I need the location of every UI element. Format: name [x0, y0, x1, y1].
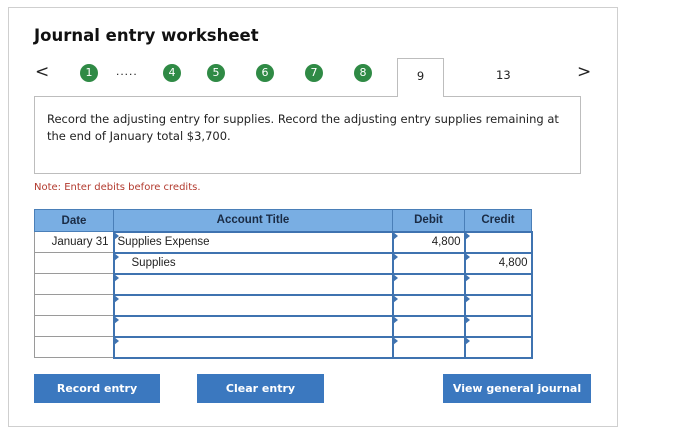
account-cell[interactable] [112, 335, 394, 359]
journal-table: Date Account Title Debit Credit January … [34, 209, 533, 359]
date-header: Date [34, 209, 114, 232]
dropdown-marker-icon [113, 315, 119, 324]
instruction-text: Record the adjusting entry for supplies.… [47, 112, 559, 143]
debit-cell[interactable] [391, 251, 466, 275]
debit-cell[interactable] [391, 335, 466, 359]
dropdown-marker-icon [464, 252, 470, 261]
date-cell[interactable] [34, 315, 114, 337]
account-value: Supplies Expense [117, 236, 210, 248]
debit-cell[interactable] [391, 272, 466, 296]
account-cell[interactable]: Supplies Expense [112, 230, 394, 254]
dropdown-marker-icon [113, 273, 119, 282]
table-row: January 31 Supplies Expense 4,800 [34, 230, 533, 254]
dropdown-marker-icon [392, 294, 398, 303]
debit-header: Debit [392, 209, 465, 232]
dropdown-marker-icon [464, 273, 470, 282]
date-cell[interactable]: January 31 [34, 231, 114, 253]
tab-9-active[interactable]: 9 [397, 58, 444, 97]
step-6-button[interactable]: 6 [256, 64, 274, 82]
account-value: Supplies [131, 257, 176, 269]
credit-header: Credit [464, 209, 532, 232]
dropdown-marker-icon [392, 315, 398, 324]
account-cell[interactable]: Supplies [112, 251, 394, 275]
debit-cell[interactable]: 4,800 [391, 230, 466, 254]
step-8-button[interactable]: 8 [354, 64, 372, 82]
date-cell[interactable] [34, 252, 114, 274]
dropdown-marker-icon [392, 336, 398, 345]
dropdown-marker-icon [392, 231, 398, 240]
dropdown-marker-icon [113, 336, 119, 345]
page-title: Journal entry worksheet [34, 26, 259, 45]
journal-header-row: Date Account Title Debit Credit [34, 209, 532, 232]
debit-cell[interactable] [391, 293, 466, 317]
dropdown-marker-icon [113, 231, 119, 240]
table-row [34, 272, 533, 296]
table-row [34, 293, 533, 317]
credit-value: 4,800 [498, 257, 528, 269]
credit-cell[interactable] [463, 335, 533, 359]
dropdown-marker-icon [464, 294, 470, 303]
steps-ellipsis: ..... [116, 64, 138, 78]
account-title-header: Account Title [113, 209, 393, 232]
prev-arrow-icon[interactable]: < [35, 62, 49, 82]
table-row [34, 314, 533, 338]
step-1-button[interactable]: 1 [80, 64, 98, 82]
record-entry-button[interactable]: Record entry [34, 374, 160, 403]
dropdown-marker-icon [464, 336, 470, 345]
dropdown-marker-icon [113, 294, 119, 303]
credit-cell[interactable]: 4,800 [463, 251, 533, 275]
date-cell[interactable] [34, 294, 114, 316]
dropdown-marker-icon [464, 315, 470, 324]
view-general-journal-button[interactable]: View general journal [443, 374, 591, 403]
account-cell[interactable] [112, 272, 394, 296]
next-arrow-icon[interactable]: > [577, 62, 591, 82]
step-4-button[interactable]: 4 [163, 64, 181, 82]
clear-entry-button[interactable]: Clear entry [197, 374, 324, 403]
credit-cell[interactable] [463, 272, 533, 296]
credit-cell[interactable] [463, 293, 533, 317]
table-row: Supplies 4,800 [34, 251, 533, 275]
instruction-box: Record the adjusting entry for supplies.… [34, 96, 581, 174]
table-row [34, 335, 533, 359]
dropdown-marker-icon [464, 231, 470, 240]
credit-cell[interactable] [463, 314, 533, 338]
date-cell[interactable] [34, 336, 114, 358]
step-5-button[interactable]: 5 [207, 64, 225, 82]
account-cell[interactable] [112, 314, 394, 338]
dropdown-marker-icon [113, 252, 119, 261]
debits-note: Note: Enter debits before credits. [34, 182, 201, 193]
tab-13[interactable]: 13 [496, 68, 511, 82]
account-cell[interactable] [112, 293, 394, 317]
debit-cell[interactable] [391, 314, 466, 338]
date-cell[interactable] [34, 273, 114, 295]
dropdown-marker-icon [392, 273, 398, 282]
credit-cell[interactable] [463, 230, 533, 254]
dropdown-marker-icon [392, 252, 398, 261]
step-7-button[interactable]: 7 [305, 64, 323, 82]
debit-value: 4,800 [431, 236, 461, 248]
